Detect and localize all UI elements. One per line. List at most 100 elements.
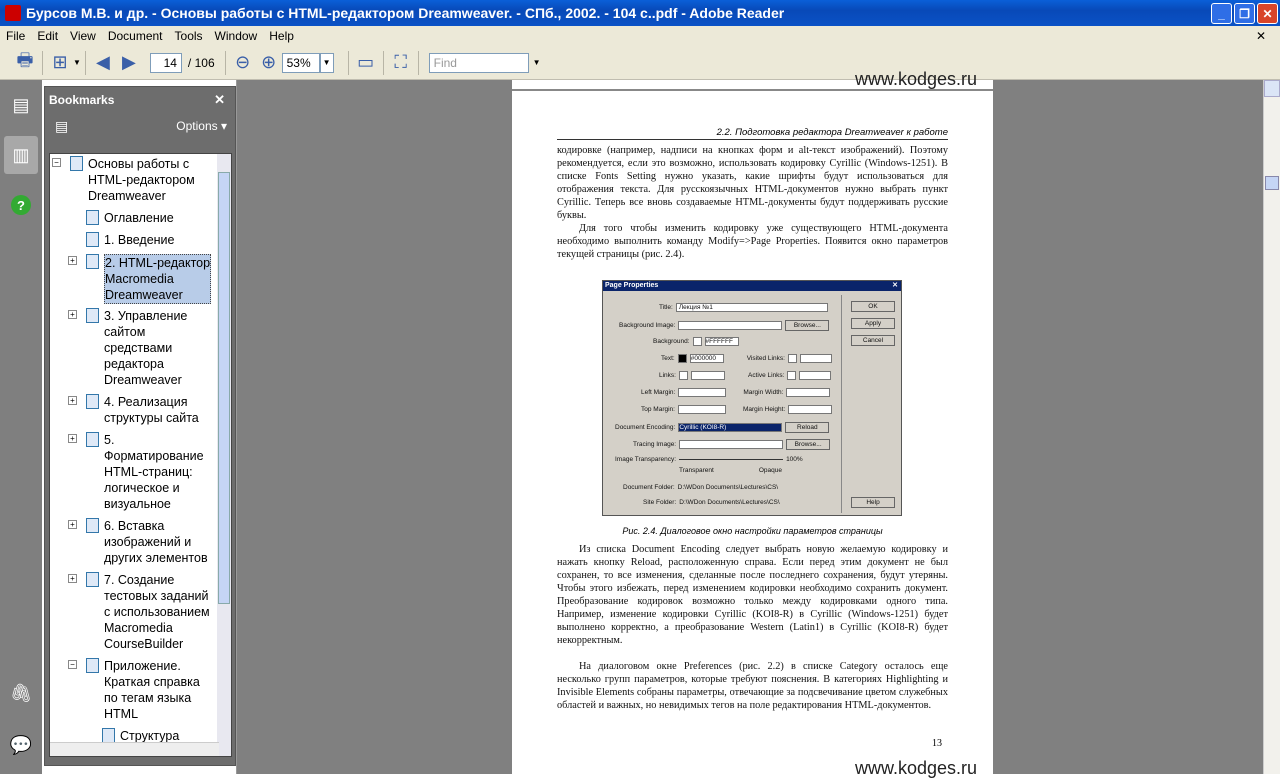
comments-icon[interactable]: 💬 — [4, 726, 38, 764]
dlg-bg-swatch — [692, 337, 702, 346]
organizer-icon[interactable]: ⊞ — [47, 50, 73, 76]
menu-document[interactable]: Document — [108, 29, 163, 43]
bookmark-icon — [86, 232, 99, 247]
tree-hscroll[interactable] — [50, 742, 219, 756]
dlg-text-field: #000000 — [689, 354, 724, 363]
expand-icon[interactable]: + — [68, 396, 77, 405]
document-vscroll[interactable] — [1263, 80, 1280, 774]
find-dropdown-icon[interactable]: ▼ — [533, 58, 541, 67]
paragraph-1: кодировке (например, надписи на кнопках … — [557, 145, 948, 221]
bookmark-icon — [70, 156, 83, 171]
dlg-transp-label: Image Transparency: — [615, 456, 677, 463]
print-icon[interactable]: 🖶 — [12, 50, 38, 76]
bookmark-item[interactable]: +3. Управление сайтом средствами редактора D… — [68, 308, 187, 388]
expand-icon[interactable]: + — [68, 434, 77, 443]
minimize-button[interactable]: _ — [1211, 3, 1232, 24]
bookmark-item[interactable]: +7. Создание тестовых заданий с использова… — [68, 572, 210, 652]
scroll-thumb[interactable] — [218, 172, 230, 604]
next-page-icon[interactable]: ▶ — [116, 50, 142, 76]
bookmark-new-icon[interactable]: ▤ — [55, 118, 68, 135]
dlg-mh-label: Margin Height: — [742, 406, 786, 413]
bookmark-item[interactable]: +4. Реализация структуры сайта — [68, 394, 199, 426]
pages-icon[interactable]: ▤ — [4, 86, 38, 124]
bookmark-icon — [86, 254, 99, 269]
menu-edit[interactable]: Edit — [37, 29, 58, 43]
chevron-down-icon[interactable]: ▼ — [73, 58, 81, 67]
expand-icon[interactable]: + — [68, 310, 77, 319]
dlg-bg-label: Background: — [653, 338, 690, 345]
bookmark-icon — [86, 572, 99, 587]
zoom-dropdown-icon[interactable]: ▼ — [319, 52, 334, 73]
toolbar-divider — [347, 50, 349, 75]
previous-page-icon[interactable]: ◀ — [90, 50, 116, 76]
bookmark-label: 5. Форматирование HTML-страниц: логическое … — [104, 433, 204, 511]
options-menu[interactable]: Options ▾ — [176, 119, 227, 133]
page-number-input[interactable]: 14 — [149, 52, 182, 73]
zoom-out-icon[interactable]: ⊖ — [230, 50, 256, 76]
bookmark-item[interactable]: Оглавление — [86, 210, 174, 226]
bookmark-item[interactable]: − Приложение. Краткая справка по тегам язык… — [68, 658, 200, 722]
watermark-top: www.kodges.ru — [855, 69, 978, 89]
bookmark-label: 7. Создание тестовых заданий с использован… — [104, 573, 210, 651]
bookmark-item[interactable]: +2. HTML-редактор Macromedia Dreamweaver — [68, 254, 212, 304]
maximize-button[interactable]: ❐ — [1234, 3, 1255, 24]
expand-icon[interactable]: + — [68, 520, 77, 529]
menu-file[interactable]: File — [6, 29, 25, 43]
scroll-thumb[interactable] — [1265, 176, 1279, 190]
dlg-reload-button: Reload — [785, 422, 830, 433]
toolbar-divider — [382, 50, 384, 75]
dlg-docf-value: D:\WDon Documents\Lectures\CS\ — [677, 484, 779, 491]
watermark-bottom: www.kodges.ru — [855, 758, 978, 778]
dlg-apply-button: Apply — [851, 318, 895, 329]
bookmark-icon — [86, 432, 99, 447]
dlg-enc-label: Document Encoding: — [615, 424, 676, 431]
dlg-links-label: Links: — [659, 372, 676, 379]
find-input[interactable]: Find — [428, 52, 529, 73]
bookmark-label: Оглавление — [104, 211, 174, 225]
fit-page-icon[interactable]: ⛶ — [388, 50, 414, 76]
zoom-in-icon[interactable]: ⊕ — [256, 50, 282, 76]
adobe-reader-icon — [5, 5, 21, 21]
bookmark-label: 6. Вставка изображений и других элементов — [104, 519, 208, 565]
bookmark-item[interactable]: +5. Форматирование HTML-страниц: логическое… — [68, 432, 204, 512]
window-title: Бурсов М.В. и др. - Основы работы с HTML… — [26, 5, 785, 21]
zoom-input[interactable]: 53% — [281, 52, 320, 73]
paragraph-4: На диалоговом окне Preferences (рис. 2.2… — [557, 661, 948, 711]
menu-tools[interactable]: Tools — [175, 29, 203, 43]
navigation-pane-bar: ▤ ▥ ? 🖇 💬 — [0, 80, 42, 774]
bookmark-label: 4. Реализация структуры сайта — [104, 395, 199, 425]
toolbar-divider — [84, 50, 86, 75]
attachments-icon[interactable]: 🖇 — [4, 674, 38, 712]
bookmark-item[interactable]: 1. Введение — [86, 232, 175, 248]
expand-icon[interactable]: + — [68, 574, 77, 583]
tree-vscroll[interactable] — [217, 154, 231, 756]
menu-view[interactable]: View — [70, 29, 96, 43]
collapse-icon[interactable]: − — [68, 660, 77, 669]
expand-icon[interactable]: + — [68, 256, 77, 265]
bookmark-item[interactable]: − Основы работы с HTML-редактором Dreamweav… — [52, 156, 195, 204]
dlg-lm-label: Left Margin: — [641, 389, 676, 396]
dlg-encoding-select: Cyrillic (KOI8-R) — [678, 423, 783, 432]
page-number: 13 — [932, 738, 942, 749]
help-icon[interactable]: ? — [4, 186, 38, 224]
bookmark-item[interactable]: +6. Вставка изображений и других элементов — [68, 518, 208, 566]
menu-help[interactable]: Help — [269, 29, 294, 43]
close-icon[interactable]: ✕ — [214, 92, 225, 108]
dlg-sitef-value: D:\WDon Documents\Lectures\CS\ — [679, 499, 780, 506]
close-button[interactable]: ✕ — [1257, 3, 1278, 24]
page-total-label: / 106 — [187, 55, 215, 70]
scroll-up-icon[interactable] — [1264, 80, 1280, 97]
bookmarks-icon[interactable]: ▥ — [4, 136, 38, 174]
fit-width-icon[interactable]: ▭ — [353, 50, 379, 76]
bookmark-label: Приложение. Краткая справка по тегам языка… — [104, 659, 200, 721]
paragraph-2: Для того чтобы изменить кодировку уже су… — [557, 223, 948, 260]
collapse-icon[interactable]: − — [52, 158, 61, 167]
dlg-transparent-label: Transparent — [679, 467, 714, 474]
dlg-title-label: Title: — [659, 304, 673, 311]
bookmark-icon — [86, 518, 99, 533]
bookmarks-tree: − Основы работы с HTML-редактором Dreamweav… — [49, 153, 232, 757]
bookmark-label: Основы работы с HTML-редактором Dreamweave… — [88, 157, 195, 203]
document-close-icon[interactable]: ✕ — [1256, 29, 1266, 43]
menu-window[interactable]: Window — [215, 29, 258, 43]
dlg-bgimg-field — [678, 321, 783, 330]
